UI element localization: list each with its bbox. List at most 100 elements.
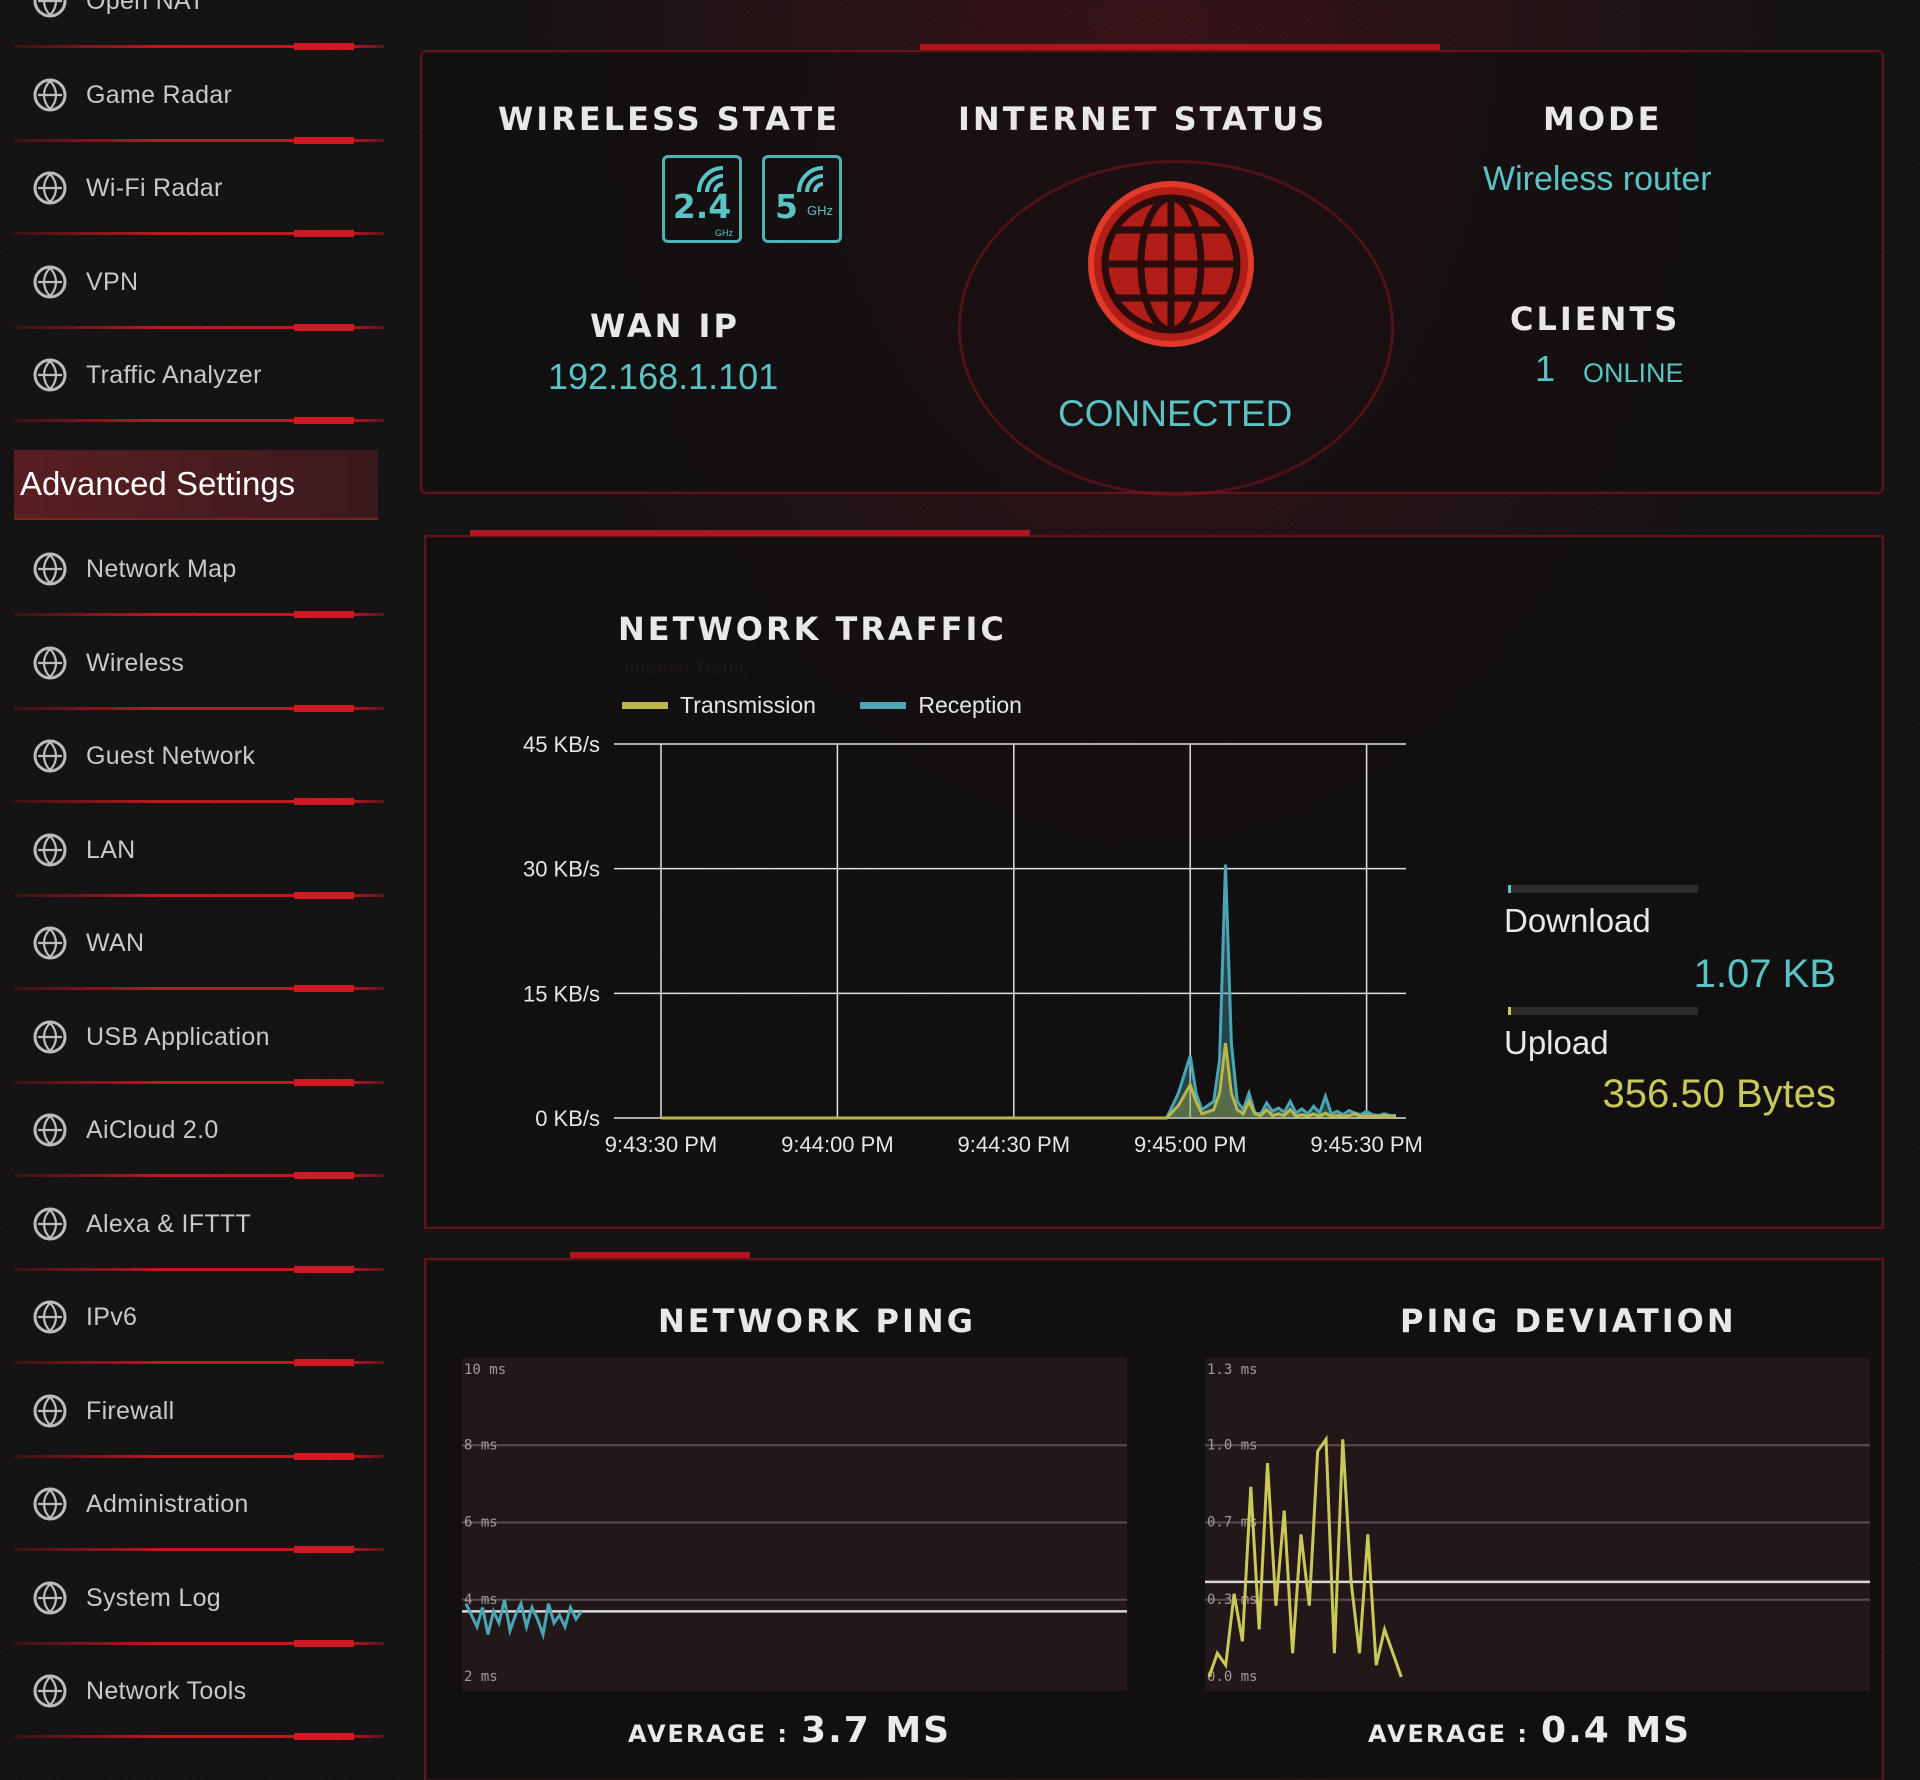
sidebar-item-label: System Log bbox=[86, 1583, 222, 1612]
sidebar: Open NAT Game Radar Wi-Fi Radar VPN Traffic … bbox=[0, 0, 400, 1778]
sidebar-item-wi-fi-radar[interactable]: Wi-Fi Radar bbox=[14, 142, 384, 237]
clients-online-label: ONLINE bbox=[1583, 358, 1684, 388]
usb-icon bbox=[33, 1020, 67, 1053]
upload-value: 356.50 Bytes bbox=[1602, 1072, 1837, 1116]
sidebar-item-wireless[interactable]: Wireless bbox=[14, 617, 384, 712]
ping-deviation-chart: 0.0 ms0.3 ms0.7 ms1.0 ms1.3 ms bbox=[1205, 1362, 1870, 1685]
sidebar-item-guest-network[interactable]: Guest Network bbox=[14, 710, 384, 805]
ping-y-tick: 2 ms bbox=[464, 1669, 498, 1685]
sidebar-item-label: LAN bbox=[86, 835, 136, 864]
sidebar-item-label: Administration bbox=[86, 1490, 249, 1518]
sidebar-item-alexa-ifttt[interactable]: Alexa & IFTTT bbox=[14, 1178, 384, 1273]
network-ping-chart: 2 ms 4 ms 6 ms 8 ms 10 ms bbox=[462, 1362, 1127, 1685]
panel-accent bbox=[470, 530, 1030, 536]
sidebar-item-usb-application[interactable]: USB Application bbox=[14, 991, 384, 1086]
sidebar-item-ipv6[interactable]: IPv6 bbox=[14, 1271, 384, 1366]
internet-status-title: Internet Status bbox=[958, 100, 1328, 138]
clients-count[interactable]: 1 bbox=[1535, 348, 1555, 390]
legend-swatch-reception bbox=[860, 702, 907, 709]
sidebar-item-aicloud-2-0[interactable]: AiCloud 2.0 bbox=[14, 1084, 384, 1179]
ping-y-tick: 1.0 ms bbox=[1207, 1437, 1258, 1453]
lan-icon bbox=[33, 833, 67, 866]
firewall-icon bbox=[33, 1394, 67, 1427]
sidebar-item-wan[interactable]: WAN bbox=[14, 897, 384, 992]
sidebar-item-label: Alexa & IFTTT bbox=[86, 1209, 252, 1238]
band-5g-unit: GHz bbox=[807, 203, 833, 218]
traffic-x-tick: 9:43:30 PM bbox=[605, 1132, 718, 1157]
sidebar-item-network-map[interactable]: Network Map bbox=[14, 523, 384, 618]
network-tools-icon bbox=[33, 1674, 67, 1708]
traffic-area-reception bbox=[661, 864, 1396, 1118]
sidebar-item-firewall[interactable]: Firewall bbox=[14, 1365, 384, 1460]
ping-average: Average : 3.7 MS bbox=[628, 1710, 951, 1751]
sidebar-item-label: Wi-Fi Radar bbox=[86, 174, 223, 202]
sidebar-item-administration[interactable]: Administration bbox=[14, 1458, 384, 1553]
ping-y-tick: 6 ms bbox=[464, 1515, 498, 1531]
ping-y-tick: 0.0 ms bbox=[1207, 1669, 1258, 1685]
clients-title: Clients bbox=[1510, 300, 1681, 338]
download-value: 1.07 KB bbox=[1693, 952, 1836, 996]
sidebar-item-traffic-analyzer[interactable]: Traffic Analyzer bbox=[14, 329, 384, 424]
ping-y-tick: 8 ms bbox=[464, 1437, 498, 1453]
mode-value[interactable]: Wireless router bbox=[1483, 160, 1712, 199]
sidebar-item-game-radar[interactable]: Game Radar bbox=[14, 49, 384, 144]
network-ping-title: Network Ping bbox=[658, 1302, 976, 1340]
sidebar-item-label: Firewall bbox=[86, 1396, 175, 1425]
sidebar-item-lan[interactable]: LAN bbox=[14, 804, 384, 899]
chart-legend: Transmission Reception bbox=[622, 692, 1062, 722]
sidebar-item-system-log[interactable]: System Log bbox=[14, 1552, 384, 1647]
legend-reception[interactable]: Reception bbox=[918, 692, 1022, 718]
internet-status-value: CONNECTED bbox=[1058, 393, 1293, 434]
traffic-y-tick: 45 KB/s bbox=[523, 732, 600, 757]
ipv6-icon bbox=[33, 1300, 67, 1334]
band-2g-button[interactable]: 2.4 GHz bbox=[662, 155, 742, 243]
sidebar-item-label: IPv6 bbox=[86, 1303, 138, 1331]
traffic-line-reception bbox=[661, 864, 1396, 1120]
ping-y-tick: 10 ms bbox=[464, 1362, 506, 1378]
deviation-average-label: Average : bbox=[1368, 1720, 1530, 1748]
advanced-settings-header: Advanced Settings bbox=[14, 450, 378, 520]
traffic-x-tick: 9:44:30 PM bbox=[958, 1132, 1071, 1157]
mode-title: Mode bbox=[1543, 100, 1663, 138]
ping-y-tick: 1.3 ms bbox=[1207, 1362, 1258, 1378]
traffic-x-tick: 9:44:00 PM bbox=[781, 1132, 894, 1157]
sidebar-item-label: Game Radar bbox=[86, 80, 233, 109]
sidebar-item-label: Network Tools bbox=[86, 1677, 247, 1705]
sidebar-item-open-nat[interactable]: Open NAT bbox=[14, 0, 384, 50]
globe-icon[interactable] bbox=[1085, 178, 1257, 350]
sidebar-item-vpn[interactable]: VPN bbox=[14, 236, 384, 331]
wan-globe-icon bbox=[33, 926, 67, 960]
deviation-average: Average : 0.4 MS bbox=[1368, 1710, 1691, 1751]
legend-transmission[interactable]: Transmission bbox=[680, 692, 816, 718]
alexa-icon bbox=[33, 1207, 67, 1240]
sidebar-item-label: VPN bbox=[86, 267, 139, 296]
wireless-icon bbox=[33, 646, 67, 679]
ping-y-tick: 4 ms bbox=[464, 1592, 498, 1608]
ping-deviation-chart-area: 0.0 ms 0.3 ms 0.7 ms 1.0 ms 1.3 ms bbox=[1205, 1358, 1870, 1691]
sidebar-item-label: AiCloud 2.0 bbox=[86, 1116, 219, 1144]
legend-swatch-transmission bbox=[622, 702, 668, 709]
traffic-y-tick: 0 KB/s bbox=[535, 1106, 600, 1131]
sidebar-item-label: Wireless bbox=[86, 648, 185, 677]
sidebar-item-network-tools[interactable]: Network Tools bbox=[14, 1645, 384, 1740]
band-5g-button[interactable]: 5 GHz bbox=[762, 155, 842, 243]
sidebar-divider bbox=[14, 1733, 384, 1740]
traffic-subtitle: Internet Traffic bbox=[624, 658, 750, 678]
sidebar-item-label: Network Map bbox=[86, 555, 237, 583]
traffic-y-tick: 30 KB/s bbox=[523, 857, 600, 882]
radar-icon bbox=[33, 78, 67, 111]
upload-label: Upload bbox=[1504, 1024, 1609, 1061]
vpn-monitor-icon bbox=[33, 265, 67, 298]
download-label: Download bbox=[1504, 902, 1651, 939]
system-log-icon bbox=[33, 1581, 67, 1614]
sidebar-item-label: Traffic Analyzer bbox=[86, 361, 262, 389]
ping-average-label: Average : bbox=[628, 1720, 790, 1748]
deviation-average-value: 0.4 MS bbox=[1541, 1710, 1692, 1751]
gear-icon bbox=[33, 1487, 67, 1521]
band-2g-label: 2.4 bbox=[672, 187, 732, 226]
sidebar-item-label: WAN bbox=[86, 929, 145, 957]
ping-series-line bbox=[1207, 1434, 1403, 1678]
wan-ip-value: 192.168.1.101 bbox=[548, 356, 779, 397]
network-map-icon bbox=[33, 552, 67, 586]
sidebar-item-label: USB Application bbox=[86, 1022, 270, 1051]
